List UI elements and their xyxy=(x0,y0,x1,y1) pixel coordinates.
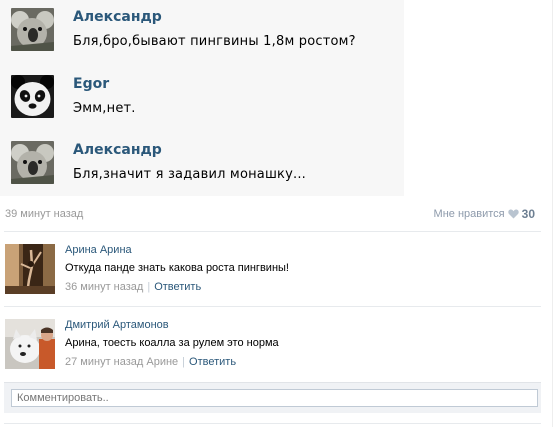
panda-avatar xyxy=(11,75,54,118)
like-label: Мне нравится xyxy=(433,208,505,220)
chat-text: Бля,бро,бывают пингвины 1,8м ростом? xyxy=(73,34,356,49)
dog-avatar[interactable] xyxy=(5,319,55,369)
meta-separator: | xyxy=(182,356,186,368)
chat-author: Egor xyxy=(73,76,110,92)
like-count: 30 xyxy=(521,207,535,221)
chat-author: Александр xyxy=(73,9,162,25)
post-timestamp[interactable]: 39 минут назад xyxy=(5,208,83,220)
divider xyxy=(4,306,541,307)
chat-author: Александр xyxy=(73,142,162,158)
koala-avatar xyxy=(11,8,54,51)
comment-author[interactable]: Дмитрий Артамонов xyxy=(65,319,169,331)
comment-composer: Комментировать.. xyxy=(4,382,541,413)
meta-separator: | xyxy=(147,281,151,293)
reply-button[interactable]: Ответить xyxy=(189,356,236,368)
right-divider xyxy=(552,0,553,427)
comment-meta: 27 минут назад Арине | Ответить xyxy=(65,356,236,368)
chat-screenshot: Александр Бля,бро,бывают пингвины 1,8м р… xyxy=(0,0,404,196)
comment-text: Откуда панде знать какова роста пингвины… xyxy=(65,262,289,274)
comment-time[interactable]: 27 минут назад Арине xyxy=(65,356,178,368)
comment-time[interactable]: 36 минут назад xyxy=(65,281,143,293)
chat-message: Александр Бля,бро,бывают пингвины 1,8м р… xyxy=(0,8,404,68)
divider xyxy=(4,231,541,232)
ballerina-avatar[interactable] xyxy=(5,244,55,294)
comment-input[interactable]: Комментировать.. xyxy=(11,389,538,407)
chat-message: Egor Эмм,нет. xyxy=(0,75,404,135)
chat-message: Александр Бля,значит я задавил монашку..… xyxy=(0,141,404,201)
comment-meta: 36 минут назад | Ответить xyxy=(65,281,201,293)
chat-text: Бля,значит я задавил монашку... xyxy=(73,167,306,182)
chat-text: Эмм,нет. xyxy=(73,101,136,116)
heart-icon xyxy=(507,209,519,219)
koala-avatar xyxy=(11,141,54,184)
divider xyxy=(4,423,541,424)
comment-text: Арина, тоесть коалла за рулем это норма xyxy=(65,337,279,349)
like-button[interactable]: Мне нравится 30 xyxy=(434,207,535,221)
comment-author[interactable]: Арина Арина xyxy=(65,244,132,256)
reply-button[interactable]: Ответить xyxy=(154,281,201,293)
